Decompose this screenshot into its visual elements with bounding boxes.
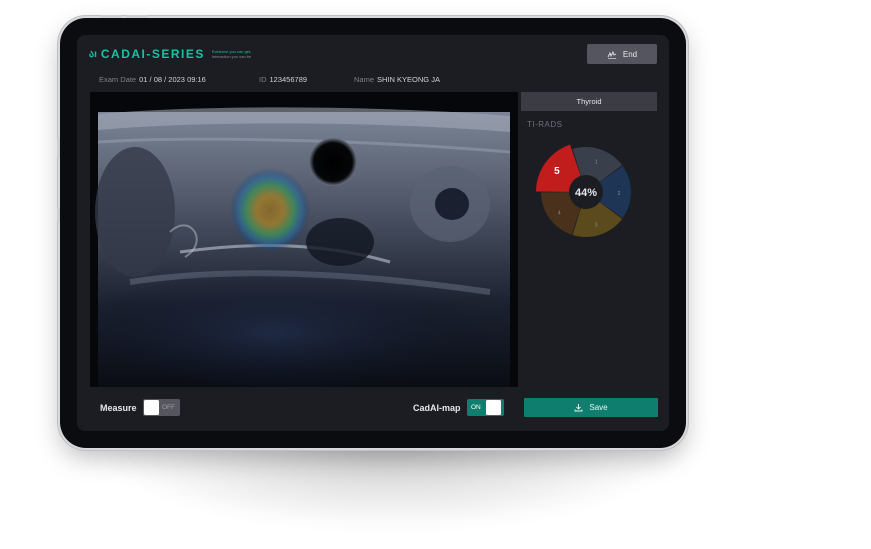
tirads-segment-label: 1 bbox=[595, 160, 598, 166]
end-button[interactable]: End bbox=[587, 44, 657, 64]
cadai-map-toggle[interactable]: ON bbox=[467, 399, 504, 416]
tablet-device: აı CADAI-SERIES Evidence you can get, In… bbox=[57, 15, 686, 448]
ultrasound-scan bbox=[95, 107, 511, 387]
volume-button bbox=[100, 15, 122, 18]
patient-name-label: Name bbox=[354, 75, 375, 84]
patient-id-label: ID bbox=[259, 75, 267, 84]
side-button bbox=[57, 138, 60, 158]
logo-icon: აı bbox=[89, 48, 97, 60]
analysis-panel: Thyroid TI-RADS 1 2 3 4 5 44% bbox=[521, 92, 657, 237]
ultrasound-image[interactable] bbox=[90, 92, 518, 387]
toggle-knob bbox=[144, 400, 159, 415]
cadai-map-state: ON bbox=[471, 404, 481, 411]
app-screen: აı CADAI-SERIES Evidence you can get, In… bbox=[77, 35, 669, 431]
tirads-heading: TI-RADS bbox=[527, 120, 563, 129]
measure-label: Measure bbox=[100, 403, 137, 413]
end-button-label: End bbox=[622, 49, 638, 59]
toggle-knob bbox=[485, 400, 501, 415]
patient-id: ID 123456789 bbox=[259, 75, 307, 84]
save-button-label: Save bbox=[589, 403, 608, 412]
side-button bbox=[57, 208, 60, 222]
signature-icon bbox=[607, 50, 617, 59]
tagline-line-2: Interaction you can be bbox=[211, 54, 252, 59]
app-logo: აı CADAI-SERIES Evidence you can get, In… bbox=[89, 47, 251, 61]
exam-date-value: 01 / 08 / 2023 09:16 bbox=[139, 75, 206, 84]
tirads-segment-label: 5 bbox=[554, 166, 560, 177]
exam-date-label: Exam Date bbox=[99, 75, 137, 84]
tab-thyroid[interactable]: Thyroid bbox=[521, 92, 657, 111]
patient-name: Name SHIN KYEONG JA bbox=[354, 75, 440, 84]
tirads-donut-chart: 1 2 3 4 5 44% bbox=[536, 144, 631, 237]
tirads-segment-label: 2 bbox=[618, 191, 621, 197]
tirads-segment-label: 3 bbox=[595, 222, 598, 228]
patient-name-value: SHIN KYEONG JA bbox=[377, 75, 440, 84]
patient-id-value: 123456789 bbox=[269, 75, 308, 84]
save-button[interactable]: Save bbox=[524, 398, 658, 417]
download-icon bbox=[574, 404, 583, 412]
volume-button bbox=[126, 15, 148, 18]
cadai-map-label: CadAI-map bbox=[413, 403, 461, 413]
measure-state: OFF bbox=[162, 404, 175, 411]
measure-toggle[interactable]: OFF bbox=[143, 399, 180, 416]
logo-tagline: Evidence you can get, Interaction you ca… bbox=[212, 49, 251, 59]
logo-text: CADAI-SERIES bbox=[100, 47, 205, 61]
probability-value: 44% bbox=[575, 187, 597, 199]
tirads-segment-label: 4 bbox=[558, 210, 561, 216]
exam-date: Exam Date 01 / 08 / 2023 09:16 bbox=[99, 75, 206, 84]
